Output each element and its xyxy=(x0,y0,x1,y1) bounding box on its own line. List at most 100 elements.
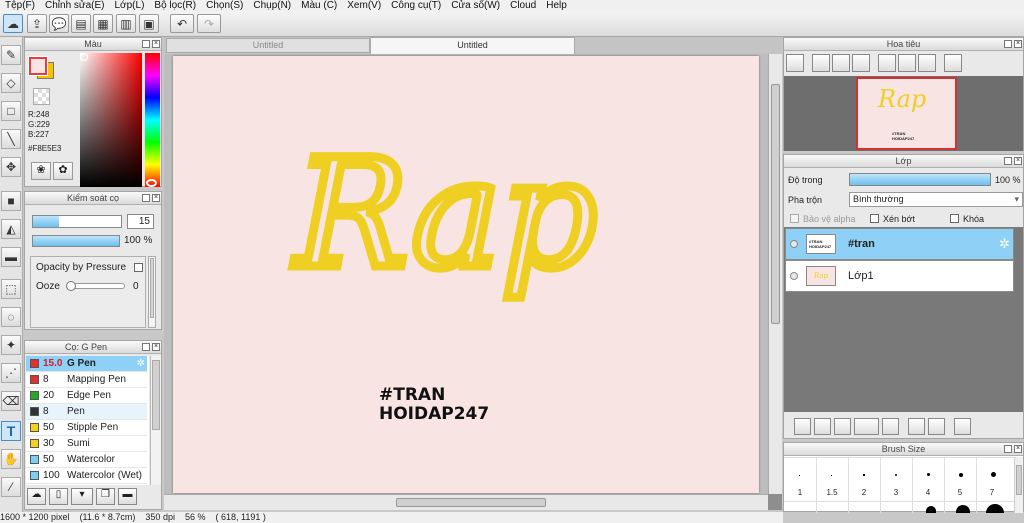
new-raster-layer-icon[interactable] xyxy=(814,418,831,435)
tab-untitled-1[interactable]: Untitled xyxy=(166,38,370,53)
document-icon[interactable]: ▦ xyxy=(93,14,113,33)
undo-icon[interactable]: ↶ xyxy=(170,14,194,33)
opacity-pressure-checkbox[interactable] xyxy=(134,263,143,272)
duplicate-layer-icon[interactable] xyxy=(908,418,925,435)
color-wheel-icon[interactable]: ❀ xyxy=(31,162,51,180)
protect-alpha-checkbox[interactable] xyxy=(790,214,799,223)
opacity-slider[interactable] xyxy=(32,235,120,247)
ooze-slider[interactable] xyxy=(66,281,125,291)
canvas-vertical-scrollbar[interactable] xyxy=(768,54,782,494)
brush-dot-4[interactable] xyxy=(927,473,930,476)
rect-select-tool-icon[interactable]: ⬚ xyxy=(1,279,21,299)
blend-mode-select[interactable]: Bình thường ▾ xyxy=(849,192,1023,207)
brush-size-slider[interactable] xyxy=(32,215,122,228)
cloud-icon[interactable]: ☁ xyxy=(3,14,23,33)
menu-file[interactable]: Tệp(F) xyxy=(0,0,40,11)
eraser-tool-icon[interactable]: ◇ xyxy=(1,73,21,93)
rotate-right-icon[interactable] xyxy=(918,54,936,72)
brush-item-g-pen[interactable]: 15.0 G Pen ✲ xyxy=(26,356,147,372)
panel-float-icon[interactable] xyxy=(142,40,150,48)
panel-close-icon[interactable]: × xyxy=(152,194,160,202)
menu-help[interactable]: Help xyxy=(541,0,572,11)
brush-size-scrollbar[interactable] xyxy=(1014,457,1023,513)
brush-dot-5[interactable] xyxy=(959,473,963,477)
zoom-actual-icon[interactable] xyxy=(832,54,850,72)
layer-row-tran[interactable]: #TRAN HOIDAP247 #tran ✲ xyxy=(785,228,1014,260)
navigator-thumbnail[interactable]: Rap #TRAN HOIDAP247 xyxy=(856,77,957,150)
brush-list-scrollbar[interactable] xyxy=(150,356,161,485)
layer-visibility-icon[interactable] xyxy=(790,240,798,248)
move-tool-icon[interactable]: ✥ xyxy=(1,157,21,177)
brush-item-sumi[interactable]: 30 Sumi xyxy=(26,436,147,452)
transparent-color-swatch[interactable] xyxy=(33,88,50,105)
menu-edit[interactable]: Chỉnh sửa(E) xyxy=(40,0,110,11)
line-tool-icon[interactable]: ╲ xyxy=(1,129,21,149)
lock-checkbox[interactable] xyxy=(950,214,959,223)
slider-handle-icon[interactable] xyxy=(66,281,76,291)
menu-layer[interactable]: Lớp(L) xyxy=(110,0,150,11)
hue-slider[interactable] xyxy=(145,53,160,187)
brush-dot-1[interactable] xyxy=(799,475,800,476)
menu-window[interactable]: Cửa sổ(W) xyxy=(446,0,505,11)
panel-float-icon[interactable] xyxy=(142,194,150,202)
eyedropper-tool-icon[interactable]: ⁄ xyxy=(1,477,21,497)
brush-settings-gear-icon[interactable]: ✲ xyxy=(137,358,145,369)
hand-tool-icon[interactable]: ✋ xyxy=(1,449,21,469)
palette-icon[interactable]: ✿ xyxy=(53,162,73,180)
brush-options-icon[interactable]: ▾ xyxy=(71,488,93,505)
drawing-canvas[interactable]: Rap #TRAN HOIDAP247 xyxy=(173,56,759,493)
export-icon[interactable]: ⇪ xyxy=(27,14,47,33)
canvas-horizontal-scrollbar[interactable] xyxy=(164,494,768,510)
menu-cloud[interactable]: Cloud xyxy=(505,0,541,11)
brush-item-watercolor[interactable]: 50 Watercolor xyxy=(26,452,147,468)
menu-view[interactable]: Xem(V) xyxy=(342,0,386,11)
tab-untitled-2[interactable]: Untitled xyxy=(370,37,575,54)
layer-visibility-icon[interactable] xyxy=(790,272,798,280)
brush-dot-1-5[interactable] xyxy=(831,475,832,476)
text-tool-icon[interactable]: T xyxy=(1,421,21,441)
fill-shape-tool-icon[interactable]: ■ xyxy=(1,191,21,211)
panel-close-icon[interactable]: × xyxy=(1014,445,1022,453)
rectangle-tool-icon[interactable]: □ xyxy=(1,101,21,121)
zoom-in-icon[interactable] xyxy=(812,54,830,72)
brush-item-stipple-pen[interactable]: 50 Stipple Pen xyxy=(26,420,147,436)
panel-close-icon[interactable]: × xyxy=(152,343,160,351)
panel-close-icon[interactable]: × xyxy=(1014,157,1022,165)
layer-folder-icon[interactable] xyxy=(882,418,899,435)
grid-icon[interactable]: ▥ xyxy=(116,14,136,33)
clipping-checkbox[interactable] xyxy=(870,214,879,223)
layer-settings-gear-icon[interactable]: ✲ xyxy=(999,236,1010,252)
menu-select[interactable]: Chọn(S) xyxy=(201,0,248,11)
panel-float-icon[interactable] xyxy=(142,343,150,351)
brush-item-mapping-pen[interactable]: 8 Mapping Pen xyxy=(26,372,147,388)
folder-icon[interactable]: ▬ xyxy=(118,488,137,505)
chat-icon[interactable]: 💬 xyxy=(49,14,69,33)
panel-float-icon[interactable] xyxy=(1004,445,1012,453)
saturation-value-picker[interactable] xyxy=(80,53,142,187)
bucket-tool-icon[interactable]: ◭ xyxy=(1,219,21,239)
brush-tool-icon[interactable]: ✎ xyxy=(1,45,21,65)
delete-layer-trash-icon[interactable] xyxy=(954,418,971,435)
select-pen-tool-icon[interactable]: ⋰ xyxy=(1,363,21,383)
layer-opacity-slider[interactable] xyxy=(849,173,991,186)
redo-icon[interactable]: ↷ xyxy=(197,14,221,33)
layer-row-layer1[interactable]: Rap Lớp1 xyxy=(785,260,1014,292)
menu-capture[interactable]: Chụp(N) xyxy=(248,0,296,11)
comment-icon[interactable]: ▤ xyxy=(71,14,91,33)
brush-dot-2[interactable] xyxy=(863,474,865,476)
tile-icon[interactable]: ▣ xyxy=(139,14,159,33)
brush-item-edge-pen[interactable]: 20 Edge Pen xyxy=(26,388,147,404)
gradient-tool-icon[interactable]: ▬ xyxy=(1,247,21,267)
brush-dot-3[interactable] xyxy=(895,474,897,476)
menu-tools[interactable]: Công cụ(T) xyxy=(386,0,446,11)
panel-float-icon[interactable] xyxy=(1004,157,1012,165)
layer-add-options-icon[interactable] xyxy=(854,418,879,435)
select-eraser-tool-icon[interactable]: ⌫ xyxy=(1,391,21,411)
lasso-tool-icon[interactable]: ◌ xyxy=(1,307,21,327)
new-layer-icon[interactable] xyxy=(794,418,811,435)
brush-item-watercolor-wet[interactable]: 100 Watercolor (Wet) xyxy=(26,468,147,484)
zoom-out-icon[interactable] xyxy=(852,54,870,72)
foreground-color-swatch[interactable] xyxy=(28,56,48,76)
scrollbar[interactable] xyxy=(148,256,156,328)
new-text-layer-icon[interactable] xyxy=(834,418,851,435)
